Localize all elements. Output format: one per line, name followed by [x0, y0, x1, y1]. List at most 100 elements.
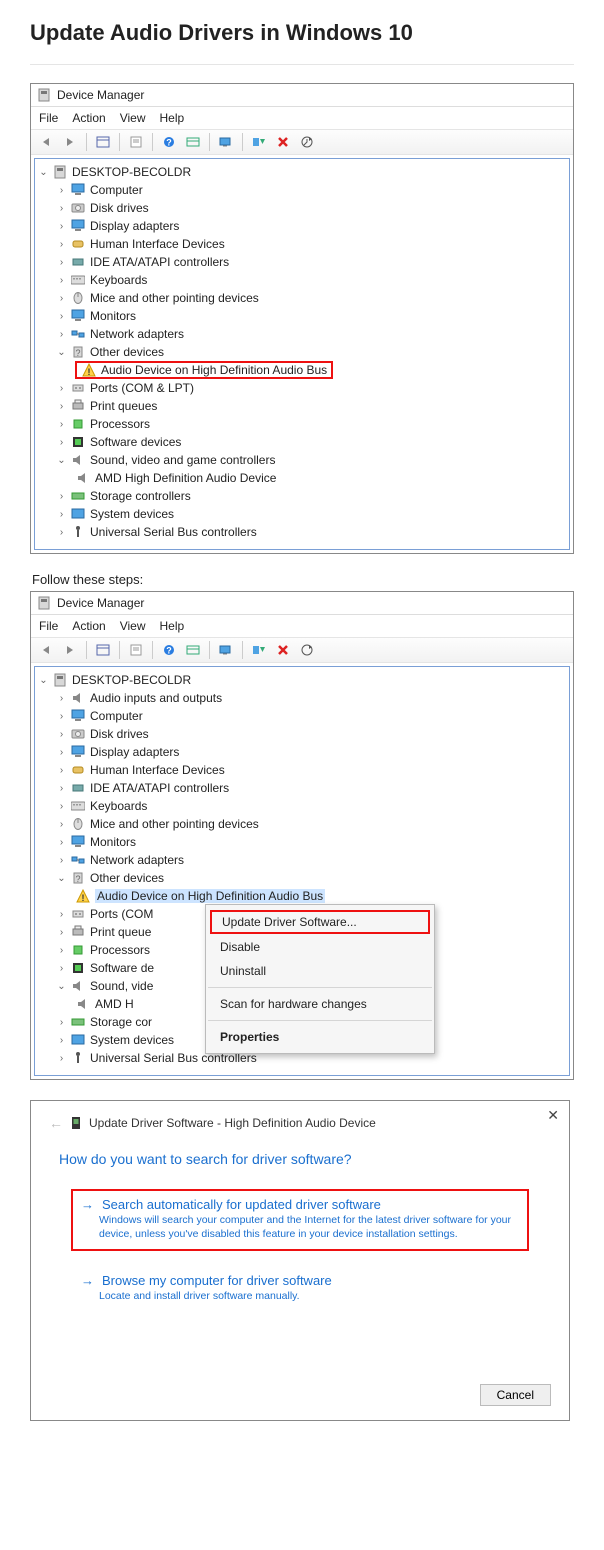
- arrow-right-icon: →: [81, 1273, 94, 1288]
- tree-item-audio-device-selected[interactable]: Audio Device on High Definition Audio Bu…: [35, 887, 569, 905]
- tree-category[interactable]: ›Mice and other pointing devices: [35, 815, 569, 833]
- caret-right-icon: ›: [57, 1016, 66, 1028]
- tree-category[interactable]: ›Storage controllers: [35, 487, 569, 505]
- tree-category-sound[interactable]: ⌄ Sound, video and game controllers: [35, 451, 569, 469]
- category-label: IDE ATA/ATAPI controllers: [90, 781, 229, 795]
- tree-category[interactable]: ›IDE ATA/ATAPI controllers: [35, 779, 569, 797]
- tree-root[interactable]: ⌄ DESKTOP-BECOLDR: [35, 163, 569, 181]
- disable-button[interactable]: [272, 132, 294, 152]
- toolbar: ?: [31, 129, 573, 155]
- enable-button[interactable]: [296, 132, 318, 152]
- disk-icon: [70, 201, 86, 215]
- menu-file[interactable]: File: [39, 111, 58, 125]
- menu-file[interactable]: File: [39, 619, 58, 633]
- tree-category[interactable]: ›Disk drives: [35, 199, 569, 217]
- tree-root[interactable]: ⌄ DESKTOP-BECOLDR: [35, 671, 569, 689]
- forward-button[interactable]: [59, 640, 81, 660]
- menu-help[interactable]: Help: [160, 111, 185, 125]
- update-driver-button[interactable]: [215, 132, 237, 152]
- tree-category[interactable]: ›Processors: [35, 415, 569, 433]
- tree-item-amd-audio[interactable]: AMD High Definition Audio Device: [35, 469, 569, 487]
- category-label: Storage cor: [90, 1015, 152, 1029]
- caret-right-icon: ›: [57, 418, 66, 430]
- window-title: Device Manager: [57, 88, 144, 102]
- context-menu-item[interactable]: Properties: [206, 1025, 434, 1049]
- caret-right-icon: ›: [57, 436, 66, 448]
- option-browse[interactable]: → Browse my computer for driver software…: [71, 1265, 529, 1314]
- properties-button[interactable]: [125, 132, 147, 152]
- tree-category[interactable]: ›Human Interface Devices: [35, 235, 569, 253]
- tree-category[interactable]: ›System devices: [35, 505, 569, 523]
- tree-category[interactable]: ›Disk drives: [35, 725, 569, 743]
- tree-category[interactable]: ›Computer: [35, 707, 569, 725]
- help-button[interactable]: ?: [158, 132, 180, 152]
- menu-action[interactable]: Action: [72, 111, 105, 125]
- menu-help[interactable]: Help: [160, 619, 185, 633]
- close-button[interactable]: ✕: [547, 1107, 559, 1124]
- tree-category[interactable]: ›Ports (COM & LPT): [35, 379, 569, 397]
- tree-category[interactable]: ›Universal Serial Bus controllers: [35, 523, 569, 541]
- tree-category[interactable]: ›Computer: [35, 181, 569, 199]
- tree-category[interactable]: ›Monitors: [35, 833, 569, 851]
- tree-category[interactable]: ›Mice and other pointing devices: [35, 289, 569, 307]
- option-search-auto[interactable]: → Search automatically for updated drive…: [71, 1189, 529, 1251]
- monitor-icon: [70, 309, 86, 323]
- category-label: Other devices: [90, 345, 164, 359]
- category-label: Display adapters: [90, 219, 179, 233]
- back-button[interactable]: [35, 132, 57, 152]
- forward-button[interactable]: [59, 132, 81, 152]
- category-label: System devices: [90, 507, 174, 521]
- properties-button[interactable]: [125, 640, 147, 660]
- caret-right-icon: ›: [57, 1052, 66, 1064]
- caret-right-icon: ›: [57, 202, 66, 214]
- category-label: Keyboards: [90, 273, 147, 287]
- port-icon: [70, 907, 86, 921]
- cancel-button[interactable]: Cancel: [480, 1384, 551, 1406]
- disable-button[interactable]: [272, 640, 294, 660]
- show-hidden-button[interactable]: [92, 132, 114, 152]
- root-label: DESKTOP-BECOLDR: [72, 165, 191, 179]
- scan-button[interactable]: [182, 132, 204, 152]
- caret-right-icon: ›: [57, 926, 66, 938]
- tree-category[interactable]: ›Keyboards: [35, 271, 569, 289]
- tree-category[interactable]: ›Human Interface Devices: [35, 761, 569, 779]
- back-button[interactable]: [35, 640, 57, 660]
- tree-category-other-devices[interactable]: ⌄ Other devices: [35, 869, 569, 887]
- category-label: Network adapters: [90, 853, 184, 867]
- context-menu-item[interactable]: Update Driver Software...: [210, 910, 430, 934]
- tree-category[interactable]: ›Network adapters: [35, 325, 569, 343]
- tree-category[interactable]: ›Audio inputs and outputs: [35, 689, 569, 707]
- context-menu-item[interactable]: Uninstall: [206, 959, 434, 983]
- caret-right-icon: ›: [57, 854, 66, 866]
- tree-category[interactable]: ›Keyboards: [35, 797, 569, 815]
- printer-icon: [70, 925, 86, 939]
- tree-item-audio-device[interactable]: Audio Device on High Definition Audio Bu…: [35, 361, 569, 379]
- context-menu-item[interactable]: Scan for hardware changes: [206, 992, 434, 1016]
- caret-right-icon: ›: [57, 692, 66, 704]
- scan-button[interactable]: [182, 640, 204, 660]
- monitor-icon: [70, 183, 86, 197]
- show-hidden-button[interactable]: [92, 640, 114, 660]
- device-tree: ⌄ DESKTOP-BECOLDR ›Computer›Disk drives›…: [34, 158, 570, 550]
- category-label: Print queue: [90, 925, 151, 939]
- menu-view[interactable]: View: [120, 619, 146, 633]
- tree-category[interactable]: ›IDE ATA/ATAPI controllers: [35, 253, 569, 271]
- tree-category[interactable]: ›Print queues: [35, 397, 569, 415]
- uninstall-button[interactable]: [248, 132, 270, 152]
- ide-icon: [70, 781, 86, 795]
- back-arrow-icon[interactable]: ←: [49, 1115, 63, 1131]
- tree-category[interactable]: › Network adapters: [35, 851, 569, 869]
- menu-action[interactable]: Action: [72, 619, 105, 633]
- enable-button[interactable]: [296, 640, 318, 660]
- uninstall-button[interactable]: [248, 640, 270, 660]
- menu-view[interactable]: View: [120, 111, 146, 125]
- help-button[interactable]: ?: [158, 640, 180, 660]
- context-menu-item[interactable]: Disable: [206, 935, 434, 959]
- update-driver-button[interactable]: [215, 640, 237, 660]
- tree-category[interactable]: ›Display adapters: [35, 743, 569, 761]
- tree-category-other-devices[interactable]: ⌄ Other devices: [35, 343, 569, 361]
- tree-category[interactable]: ›Display adapters: [35, 217, 569, 235]
- disk-icon: [70, 727, 86, 741]
- tree-category[interactable]: ›Monitors: [35, 307, 569, 325]
- tree-category[interactable]: ›Software devices: [35, 433, 569, 451]
